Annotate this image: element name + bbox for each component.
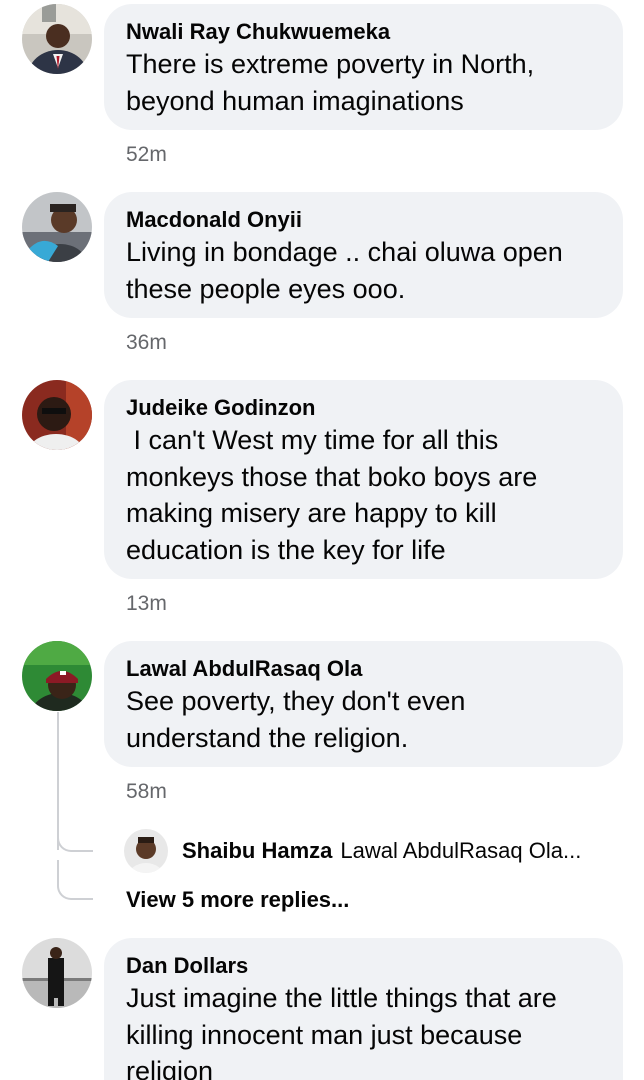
- reply-text: Lawal AbdulRasaq Ola...: [340, 838, 582, 863]
- comment-timestamp[interactable]: 13m: [126, 592, 167, 616]
- comment-bubble[interactable]: Nwali Ray Chukwuemeka There is extreme p…: [104, 4, 623, 130]
- comment-text: Just imagine the little things that are …: [126, 983, 557, 1080]
- avatar[interactable]: [22, 380, 92, 450]
- avatar[interactable]: [124, 829, 168, 873]
- comment-timestamp[interactable]: 58m: [126, 780, 167, 804]
- avatar[interactable]: [22, 938, 92, 1008]
- comment-text: Living in bondage .. chai oluwa open the…: [126, 237, 563, 304]
- comment-text: There is extreme poverty in North, beyon…: [126, 49, 535, 116]
- reply-author[interactable]: Shaibu Hamza: [182, 838, 332, 864]
- thread-connector: [57, 812, 93, 852]
- comment-bubble[interactable]: Lawal AbdulRasaq Ola See poverty, they d…: [104, 641, 623, 767]
- comment-bubble[interactable]: Dan Dollars Just imagine the little thin…: [104, 938, 623, 1080]
- comment-author[interactable]: Lawal AbdulRasaq Ola: [126, 655, 601, 683]
- comment-author[interactable]: Nwali Ray Chukwuemeka: [126, 18, 601, 46]
- thread-connector: [57, 860, 93, 900]
- view-more-replies-link[interactable]: View 5 more replies...: [126, 886, 349, 914]
- comment-text: I can't West my time for all this monkey…: [126, 425, 538, 565]
- avatar[interactable]: [22, 4, 92, 74]
- comment-author[interactable]: Judeike Godinzon: [126, 394, 601, 422]
- comments-feed: Nwali Ray Chukwuemeka There is extreme p…: [0, 0, 644, 1080]
- comment-bubble[interactable]: Judeike Godinzon I can't West my time fo…: [104, 380, 623, 579]
- comment-timestamp[interactable]: 36m: [126, 331, 167, 355]
- comment-timestamp[interactable]: 52m: [126, 143, 167, 167]
- comment-author[interactable]: Macdonald Onyii: [126, 206, 601, 234]
- comment-text: See poverty, they don't even understand …: [126, 686, 466, 753]
- avatar[interactable]: [22, 641, 92, 711]
- comment-author[interactable]: Dan Dollars: [126, 952, 601, 980]
- avatar[interactable]: [22, 192, 92, 262]
- comment-bubble[interactable]: Macdonald Onyii Living in bondage .. cha…: [104, 192, 623, 318]
- reply-preview[interactable]: Shaibu Hamza Lawal AbdulRasaq Ola...: [124, 828, 581, 874]
